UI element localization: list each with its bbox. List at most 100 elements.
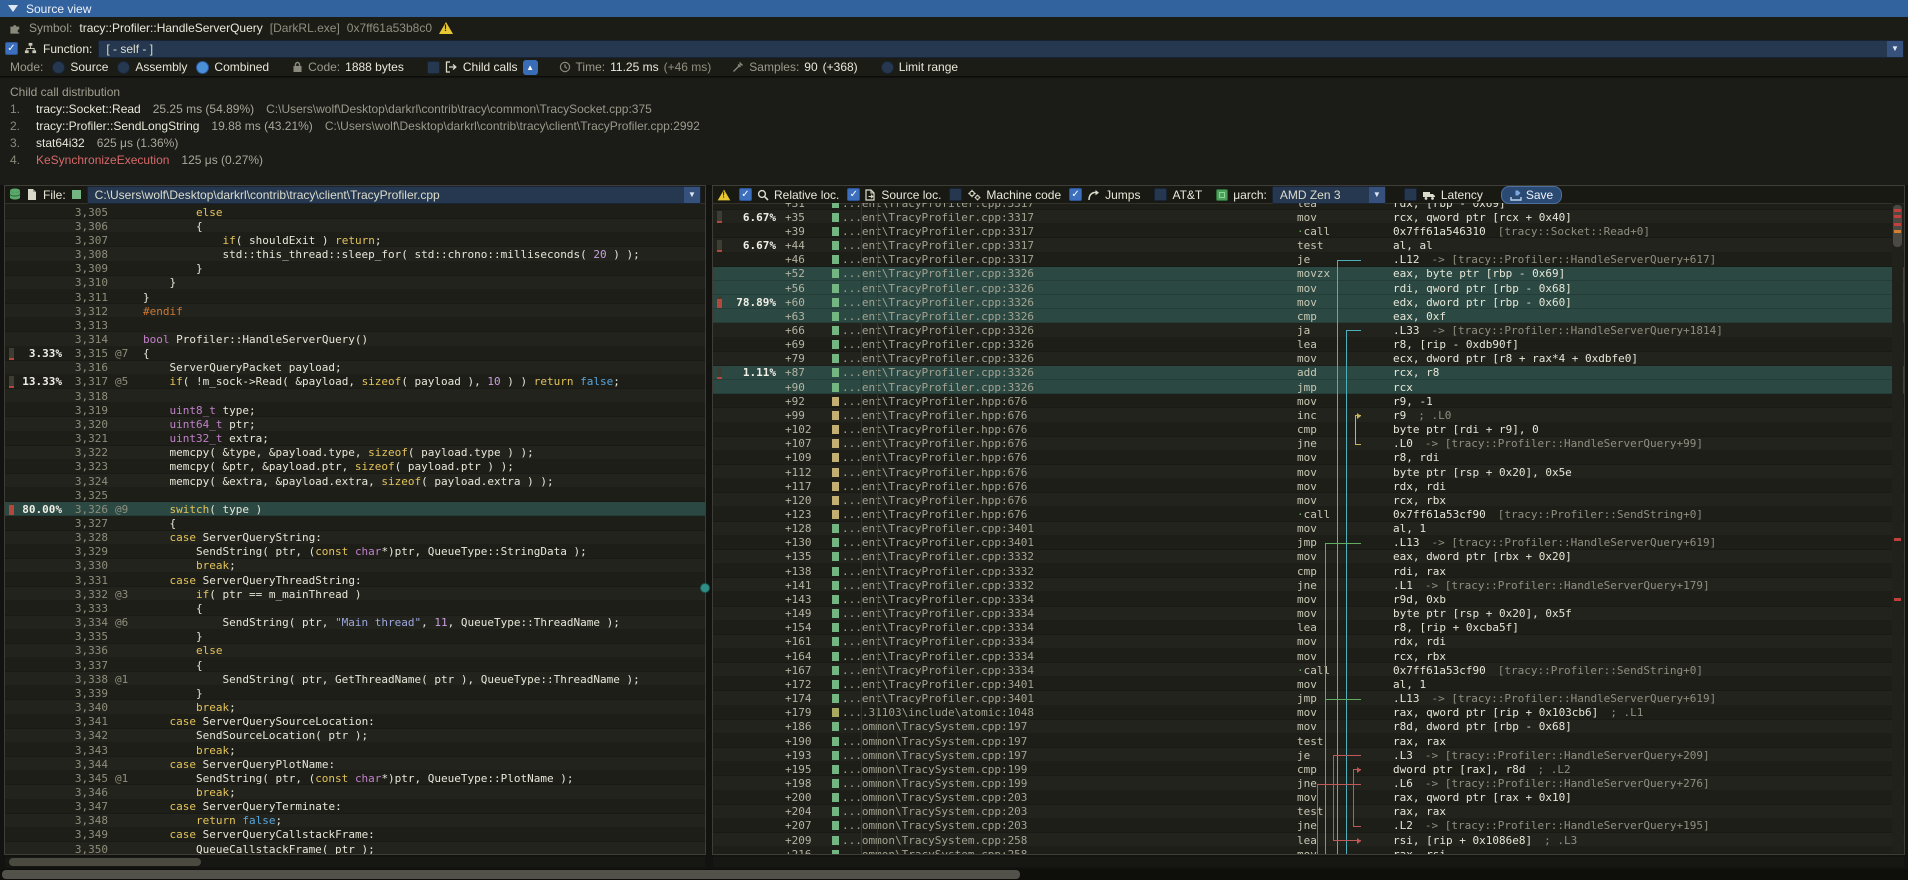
source-line[interactable]: 3,329 SendString( ptr, (const char*)ptr,… — [5, 545, 705, 559]
asm-row[interactable]: +138...ent\TracyProfiler.cpp:3332cmprdi,… — [713, 564, 1904, 578]
asm-row[interactable]: +167...ent\TracyProfiler.cpp:3334·call0x… — [713, 663, 1904, 677]
scrollbar-thumb[interactable] — [9, 858, 201, 866]
asm-row[interactable]: +198...ommon\TracySystem.cpp:199jne.L6->… — [713, 776, 1904, 790]
source-line[interactable]: 13.33%3,317@5 if( !m_sock->Read( &payloa… — [5, 375, 705, 389]
asm-row[interactable]: +179....31103\include\atomic:1048movrax,… — [713, 706, 1904, 720]
asm-row[interactable]: +141...ent\TracyProfiler.cpp:3332jne.L1-… — [713, 578, 1904, 592]
asm-row[interactable]: +216...ommon\TracySystem.cpp:258movrax, … — [713, 847, 1904, 854]
asm-row[interactable]: +69...ent\TracyProfiler.cpp:3326lear8, [… — [713, 338, 1904, 352]
window-horizontal-scrollbar[interactable] — [0, 869, 1908, 880]
att-toggle[interactable]: AT&T — [1154, 188, 1202, 202]
source-line[interactable]: 3,332@3 if( ptr == m_mainThread ) — [5, 587, 705, 601]
source-line[interactable]: 3,313 — [5, 318, 705, 332]
asm-row[interactable]: +186...ommon\TracySystem.cpp:197movr8d, … — [713, 720, 1904, 734]
source-line[interactable]: 3,340 break; — [5, 700, 705, 714]
machine-code-checkbox[interactable] — [949, 188, 962, 201]
source-line[interactable]: 3,330 break; — [5, 559, 705, 573]
child-call-row[interactable]: 1.tracy::Socket::Read25.25 ms (54.89%)C:… — [10, 101, 1908, 118]
latency-checkbox[interactable] — [1404, 188, 1417, 201]
source-loc-checkbox[interactable]: ✓ — [847, 188, 860, 201]
source-line[interactable]: 3,341 case ServerQuerySourceLocation: — [5, 715, 705, 729]
source-line[interactable]: 3,342 SendSourceLocation( ptr ); — [5, 729, 705, 743]
machine-code-toggle[interactable]: Machine code — [949, 188, 1061, 202]
asm-row[interactable]: +128...ent\TracyProfiler.cpp:3401moval, … — [713, 522, 1904, 536]
relative-loc-toggle[interactable]: ✓ Relative loc. — [739, 188, 839, 202]
chevron-down-icon[interactable]: ▼ — [1887, 41, 1903, 57]
assembly-horizontal-scrollbar[interactable] — [713, 857, 1904, 867]
asm-row[interactable]: +120...ent\TracyProfiler.hpp:676movrcx, … — [713, 493, 1904, 507]
asm-row[interactable]: +102...ent\TracyProfiler.hpp:676cmpbyte … — [713, 423, 1904, 437]
source-line[interactable]: 3,339 } — [5, 686, 705, 700]
source-line[interactable]: 3,338@1 SendString( ptr, GetThreadName( … — [5, 672, 705, 686]
function-checkbox[interactable]: ✓ — [5, 42, 18, 55]
asm-row[interactable]: 1.11%+87...ent\TracyProfiler.cpp:3326add… — [713, 366, 1904, 380]
source-line[interactable]: 3,309 } — [5, 262, 705, 276]
source-line[interactable]: 3,350 QueueCallstackFrame( ptr ); — [5, 842, 705, 854]
uarch-combo[interactable]: AMD Zen 3 ▼ — [1272, 186, 1386, 204]
child-call-row[interactable]: 4.KeSynchronizeExecution125 μs (0.27%) — [10, 152, 1908, 169]
source-line[interactable]: 80.00%3,326@9 switch( type ) — [5, 502, 705, 516]
asm-row[interactable]: +135...ent\TracyProfiler.cpp:3332moveax,… — [713, 550, 1904, 564]
asm-row[interactable]: +174...ent\TracyProfiler.cpp:3401jmp.L13… — [713, 691, 1904, 705]
save-button[interactable]: Save — [1501, 186, 1562, 204]
latency-toggle[interactable]: Latency — [1404, 188, 1483, 202]
source-line[interactable]: 3,334@6 SendString( ptr, "Main thread", … — [5, 616, 705, 630]
source-line[interactable]: 3,322 memcpy( &type, &payload.type, size… — [5, 446, 705, 460]
source-line[interactable]: 3,327 { — [5, 516, 705, 530]
asm-row[interactable]: +204...ommon\TracySystem.cpp:203testrax,… — [713, 805, 1904, 819]
mode-option-combined[interactable]: Combined — [196, 60, 269, 74]
child-calls-toggle[interactable]: Child calls ▲ — [427, 60, 538, 75]
source-line[interactable]: 3,320 uint64_t ptr; — [5, 417, 705, 431]
asm-row[interactable]: +39...ent\TracyProfiler.cpp:3317·call0x7… — [713, 224, 1904, 238]
asm-row[interactable]: +209...ommon\TracySystem.cpp:258learsi, … — [713, 833, 1904, 847]
asm-row[interactable]: +63...ent\TracyProfiler.cpp:3326cmpeax, … — [713, 309, 1904, 323]
limit-range-toggle[interactable]: Limit range — [881, 60, 958, 74]
panel-splitter-grip[interactable] — [700, 583, 710, 593]
asm-row[interactable]: +161...ent\TracyProfiler.cpp:3334movrdx,… — [713, 635, 1904, 649]
asm-row[interactable]: +149...ent\TracyProfiler.cpp:3334movbyte… — [713, 607, 1904, 621]
asm-row[interactable]: +109...ent\TracyProfiler.hpp:676movr8, r… — [713, 451, 1904, 465]
source-line[interactable]: 3,305 else — [5, 205, 705, 219]
source-line[interactable]: 3,335 } — [5, 630, 705, 644]
function-combo[interactable]: [ - self - ] ▼ — [98, 40, 1904, 58]
source-line[interactable]: 3,347 case ServerQueryTerminate: — [5, 800, 705, 814]
asm-row[interactable]: +79...ent\TracyProfiler.cpp:3326movecx, … — [713, 352, 1904, 366]
assembly-vertical-scrollbar[interactable] — [1892, 203, 1903, 853]
source-line[interactable]: 3,345@1 SendString( ptr, (const char*)pt… — [5, 771, 705, 785]
source-line[interactable]: 3,310 } — [5, 276, 705, 290]
asm-row[interactable]: +66...ent\TracyProfiler.cpp:3326ja.L33->… — [713, 323, 1904, 337]
source-line[interactable]: 3,349 case ServerQueryCallstackFrame: — [5, 828, 705, 842]
radio-icon[interactable] — [196, 61, 209, 74]
asm-row[interactable]: +117...ent\TracyProfiler.hpp:676movrdx, … — [713, 479, 1904, 493]
asm-row[interactable]: +99...ent\TracyProfiler.hpp:676incr9; .L… — [713, 408, 1904, 422]
source-line[interactable]: 3,321 uint32_t extra; — [5, 432, 705, 446]
asm-row[interactable]: +56...ent\TracyProfiler.cpp:3326movrdi, … — [713, 281, 1904, 295]
asm-row[interactable]: +46...ent\TracyProfiler.cpp:3317je.L12->… — [713, 253, 1904, 267]
source-line[interactable]: 3,337 { — [5, 658, 705, 672]
asm-row[interactable]: 6.67%+44...ent\TracyProfiler.cpp:3317tes… — [713, 238, 1904, 252]
parent-up-button[interactable]: ▲ — [523, 60, 538, 75]
scrollbar-thumb[interactable] — [2, 870, 1020, 879]
source-line[interactable]: 3,324 memcpy( &extra, &payload.extra, si… — [5, 474, 705, 488]
source-line[interactable]: 3,306 { — [5, 219, 705, 233]
asm-row[interactable]: +200...ommon\TracySystem.cpp:203movrax, … — [713, 791, 1904, 805]
limit-range-checkbox[interactable] — [881, 61, 894, 74]
asm-row[interactable]: +195...ommon\TracySystem.cpp:199cmpdword… — [713, 762, 1904, 776]
source-line[interactable]: 3,319 uint8_t type; — [5, 403, 705, 417]
asm-row[interactable]: +90...ent\TracyProfiler.cpp:3326jmprcx — [713, 380, 1904, 394]
source-line[interactable]: 3,308 std::this_thread::sleep_for( std::… — [5, 247, 705, 261]
source-line[interactable]: 3,316 ServerQueryPacket payload; — [5, 361, 705, 375]
asm-row[interactable]: 6.67%+35...ent\TracyProfiler.cpp:3317mov… — [713, 210, 1904, 224]
child-call-row[interactable]: 3.stat64i32625 μs (1.36%) — [10, 135, 1908, 152]
collapse-icon[interactable] — [8, 5, 18, 12]
asm-row[interactable]: +207...ommon\TracySystem.cpp:203jne.L2->… — [713, 819, 1904, 833]
source-line[interactable]: 3,333 { — [5, 601, 705, 615]
child-call-row[interactable]: 2.tracy::Profiler::SendLongString19.88 m… — [10, 118, 1908, 135]
asm-row[interactable]: +130...ent\TracyProfiler.cpp:3401jmp.L13… — [713, 536, 1904, 550]
source-line[interactable]: 3,325 — [5, 488, 705, 502]
asm-row[interactable]: +172...ent\TracyProfiler.cpp:3401moval, … — [713, 677, 1904, 691]
file-combo[interactable]: C:\Users\wolf\Desktop\darkrl\contrib\tra… — [87, 186, 701, 204]
asm-row[interactable]: +123...ent\TracyProfiler.hpp:676·call0x7… — [713, 507, 1904, 521]
asm-row[interactable]: +154...ent\TracyProfiler.cpp:3334lear8, … — [713, 621, 1904, 635]
asm-row[interactable]: +143...ent\TracyProfiler.cpp:3334movr9d,… — [713, 592, 1904, 606]
